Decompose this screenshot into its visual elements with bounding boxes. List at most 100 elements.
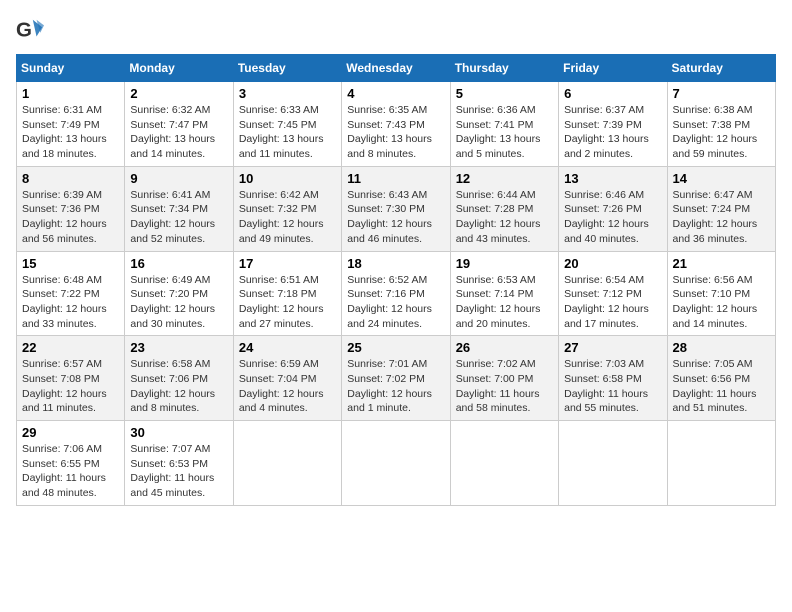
day-number: 8 — [22, 171, 119, 186]
day-info: Sunrise: 6:38 AMSunset: 7:38 PMDaylight:… — [673, 104, 758, 160]
weekday-saturday: Saturday — [667, 55, 775, 82]
day-info: Sunrise: 6:53 AMSunset: 7:14 PMDaylight:… — [456, 274, 541, 330]
day-number: 17 — [239, 256, 336, 271]
day-number: 28 — [673, 340, 770, 355]
calendar-cell: 12 Sunrise: 6:44 AMSunset: 7:28 PMDaylig… — [450, 166, 558, 251]
calendar-cell — [342, 421, 450, 506]
calendar-cell: 24 Sunrise: 6:59 AMSunset: 7:04 PMDaylig… — [233, 336, 341, 421]
day-info: Sunrise: 6:42 AMSunset: 7:32 PMDaylight:… — [239, 189, 324, 245]
weekday-tuesday: Tuesday — [233, 55, 341, 82]
day-number: 24 — [239, 340, 336, 355]
day-info: Sunrise: 7:06 AMSunset: 6:55 PMDaylight:… — [22, 443, 106, 499]
calendar-table: SundayMondayTuesdayWednesdayThursdayFrid… — [16, 54, 776, 506]
calendar-cell: 13 Sunrise: 6:46 AMSunset: 7:26 PMDaylig… — [559, 166, 667, 251]
calendar-cell: 5 Sunrise: 6:36 AMSunset: 7:41 PMDayligh… — [450, 82, 558, 167]
calendar-cell: 20 Sunrise: 6:54 AMSunset: 7:12 PMDaylig… — [559, 251, 667, 336]
weekday-monday: Monday — [125, 55, 233, 82]
day-info: Sunrise: 6:51 AMSunset: 7:18 PMDaylight:… — [239, 274, 324, 330]
calendar-cell: 8 Sunrise: 6:39 AMSunset: 7:36 PMDayligh… — [17, 166, 125, 251]
calendar-cell: 23 Sunrise: 6:58 AMSunset: 7:06 PMDaylig… — [125, 336, 233, 421]
day-info: Sunrise: 6:39 AMSunset: 7:36 PMDaylight:… — [22, 189, 107, 245]
logo: G — [16, 16, 48, 44]
day-info: Sunrise: 6:57 AMSunset: 7:08 PMDaylight:… — [22, 358, 107, 414]
day-number: 21 — [673, 256, 770, 271]
day-info: Sunrise: 6:59 AMSunset: 7:04 PMDaylight:… — [239, 358, 324, 414]
calendar-cell: 15 Sunrise: 6:48 AMSunset: 7:22 PMDaylig… — [17, 251, 125, 336]
calendar-week-2: 8 Sunrise: 6:39 AMSunset: 7:36 PMDayligh… — [17, 166, 776, 251]
day-info: Sunrise: 6:58 AMSunset: 7:06 PMDaylight:… — [130, 358, 215, 414]
calendar-cell: 10 Sunrise: 6:42 AMSunset: 7:32 PMDaylig… — [233, 166, 341, 251]
day-info: Sunrise: 6:56 AMSunset: 7:10 PMDaylight:… — [673, 274, 758, 330]
calendar-cell: 28 Sunrise: 7:05 AMSunset: 6:56 PMDaylig… — [667, 336, 775, 421]
calendar-cell: 6 Sunrise: 6:37 AMSunset: 7:39 PMDayligh… — [559, 82, 667, 167]
weekday-sunday: Sunday — [17, 55, 125, 82]
svg-text:G: G — [16, 19, 32, 42]
calendar-cell: 21 Sunrise: 6:56 AMSunset: 7:10 PMDaylig… — [667, 251, 775, 336]
day-info: Sunrise: 7:02 AMSunset: 7:00 PMDaylight:… — [456, 358, 540, 414]
calendar-cell: 11 Sunrise: 6:43 AMSunset: 7:30 PMDaylig… — [342, 166, 450, 251]
calendar-cell — [233, 421, 341, 506]
calendar-cell: 30 Sunrise: 7:07 AMSunset: 6:53 PMDaylig… — [125, 421, 233, 506]
calendar-cell: 9 Sunrise: 6:41 AMSunset: 7:34 PMDayligh… — [125, 166, 233, 251]
day-info: Sunrise: 7:07 AMSunset: 6:53 PMDaylight:… — [130, 443, 214, 499]
day-info: Sunrise: 7:01 AMSunset: 7:02 PMDaylight:… — [347, 358, 432, 414]
calendar-cell — [667, 421, 775, 506]
day-number: 22 — [22, 340, 119, 355]
day-info: Sunrise: 7:03 AMSunset: 6:58 PMDaylight:… — [564, 358, 648, 414]
day-number: 29 — [22, 425, 119, 440]
logo-icon: G — [16, 16, 44, 44]
calendar-cell: 27 Sunrise: 7:03 AMSunset: 6:58 PMDaylig… — [559, 336, 667, 421]
day-info: Sunrise: 6:49 AMSunset: 7:20 PMDaylight:… — [130, 274, 215, 330]
calendar-cell: 29 Sunrise: 7:06 AMSunset: 6:55 PMDaylig… — [17, 421, 125, 506]
weekday-friday: Friday — [559, 55, 667, 82]
day-number: 7 — [673, 86, 770, 101]
day-info: Sunrise: 6:54 AMSunset: 7:12 PMDaylight:… — [564, 274, 649, 330]
day-number: 16 — [130, 256, 227, 271]
day-number: 23 — [130, 340, 227, 355]
day-number: 3 — [239, 86, 336, 101]
day-number: 26 — [456, 340, 553, 355]
day-info: Sunrise: 6:32 AMSunset: 7:47 PMDaylight:… — [130, 104, 215, 160]
calendar-cell: 17 Sunrise: 6:51 AMSunset: 7:18 PMDaylig… — [233, 251, 341, 336]
day-number: 12 — [456, 171, 553, 186]
day-number: 10 — [239, 171, 336, 186]
day-info: Sunrise: 6:31 AMSunset: 7:49 PMDaylight:… — [22, 104, 107, 160]
calendar-cell: 4 Sunrise: 6:35 AMSunset: 7:43 PMDayligh… — [342, 82, 450, 167]
day-info: Sunrise: 7:05 AMSunset: 6:56 PMDaylight:… — [673, 358, 757, 414]
day-info: Sunrise: 6:48 AMSunset: 7:22 PMDaylight:… — [22, 274, 107, 330]
day-info: Sunrise: 6:43 AMSunset: 7:30 PMDaylight:… — [347, 189, 432, 245]
calendar-cell: 25 Sunrise: 7:01 AMSunset: 7:02 PMDaylig… — [342, 336, 450, 421]
day-number: 13 — [564, 171, 661, 186]
calendar-cell: 18 Sunrise: 6:52 AMSunset: 7:16 PMDaylig… — [342, 251, 450, 336]
calendar-cell: 26 Sunrise: 7:02 AMSunset: 7:00 PMDaylig… — [450, 336, 558, 421]
day-info: Sunrise: 6:33 AMSunset: 7:45 PMDaylight:… — [239, 104, 324, 160]
day-number: 14 — [673, 171, 770, 186]
calendar-cell: 7 Sunrise: 6:38 AMSunset: 7:38 PMDayligh… — [667, 82, 775, 167]
day-info: Sunrise: 6:36 AMSunset: 7:41 PMDaylight:… — [456, 104, 541, 160]
calendar-week-5: 29 Sunrise: 7:06 AMSunset: 6:55 PMDaylig… — [17, 421, 776, 506]
day-number: 30 — [130, 425, 227, 440]
day-number: 25 — [347, 340, 444, 355]
weekday-thursday: Thursday — [450, 55, 558, 82]
weekday-header-row: SundayMondayTuesdayWednesdayThursdayFrid… — [17, 55, 776, 82]
calendar-cell: 22 Sunrise: 6:57 AMSunset: 7:08 PMDaylig… — [17, 336, 125, 421]
day-info: Sunrise: 6:35 AMSunset: 7:43 PMDaylight:… — [347, 104, 432, 160]
day-info: Sunrise: 6:47 AMSunset: 7:24 PMDaylight:… — [673, 189, 758, 245]
page-header: G — [16, 16, 776, 44]
day-info: Sunrise: 6:52 AMSunset: 7:16 PMDaylight:… — [347, 274, 432, 330]
weekday-wednesday: Wednesday — [342, 55, 450, 82]
day-number: 5 — [456, 86, 553, 101]
day-number: 20 — [564, 256, 661, 271]
day-number: 15 — [22, 256, 119, 271]
day-number: 1 — [22, 86, 119, 101]
calendar-week-4: 22 Sunrise: 6:57 AMSunset: 7:08 PMDaylig… — [17, 336, 776, 421]
calendar-cell: 3 Sunrise: 6:33 AMSunset: 7:45 PMDayligh… — [233, 82, 341, 167]
day-info: Sunrise: 6:37 AMSunset: 7:39 PMDaylight:… — [564, 104, 649, 160]
day-number: 6 — [564, 86, 661, 101]
calendar-week-1: 1 Sunrise: 6:31 AMSunset: 7:49 PMDayligh… — [17, 82, 776, 167]
day-info: Sunrise: 6:46 AMSunset: 7:26 PMDaylight:… — [564, 189, 649, 245]
day-number: 2 — [130, 86, 227, 101]
calendar-cell: 16 Sunrise: 6:49 AMSunset: 7:20 PMDaylig… — [125, 251, 233, 336]
calendar-cell: 14 Sunrise: 6:47 AMSunset: 7:24 PMDaylig… — [667, 166, 775, 251]
day-number: 18 — [347, 256, 444, 271]
